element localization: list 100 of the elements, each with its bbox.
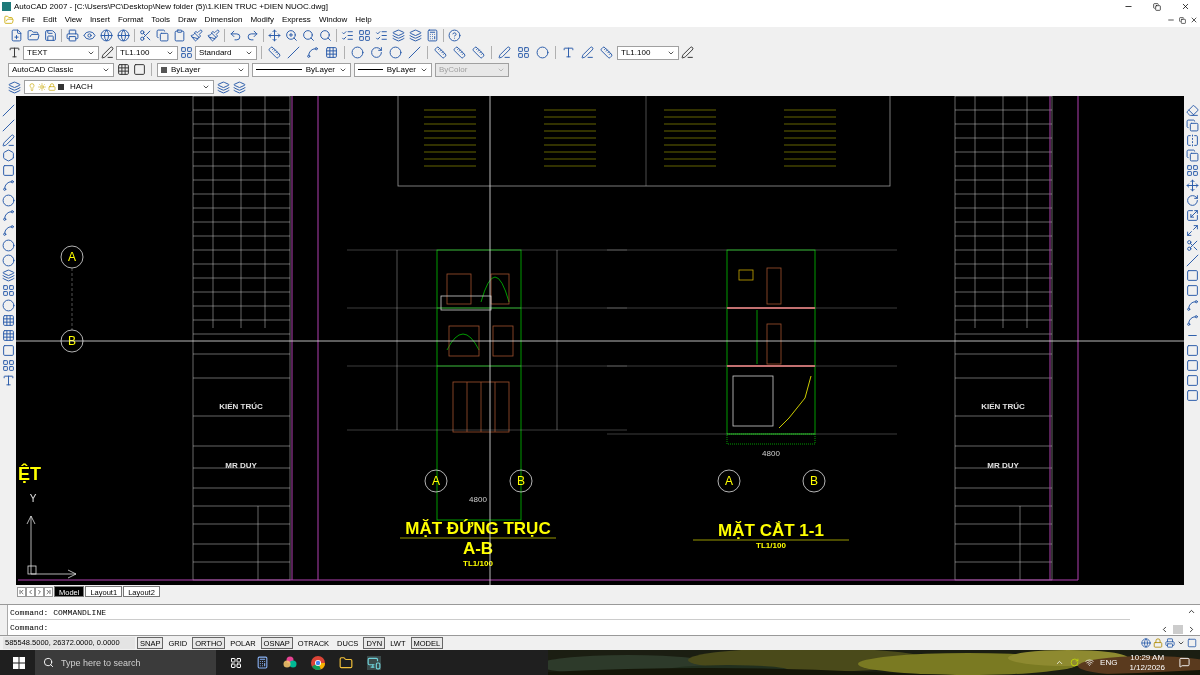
command-window-grip[interactable] <box>0 605 8 635</box>
menu-item[interactable]: Help <box>351 14 376 26</box>
pen-icon[interactable] <box>581 46 594 59</box>
tab-scroll-icon[interactable] <box>26 586 35 597</box>
ruler-icon[interactable] <box>268 46 281 59</box>
help-icon[interactable] <box>448 29 461 42</box>
search-field[interactable]: Type here to search <box>35 650 216 675</box>
mirror-icon[interactable] <box>1185 134 1199 147</box>
menu-item[interactable]: Format <box>113 14 148 26</box>
menu-item[interactable]: Express <box>277 14 315 26</box>
restore-icon[interactable] <box>1153 2 1161 11</box>
square-icon[interactable] <box>133 63 146 76</box>
menu-item[interactable]: Dimension <box>200 14 247 26</box>
table-icon[interactable] <box>1 359 15 372</box>
new-file-icon[interactable] <box>10 29 23 42</box>
dropdown[interactable]: TL1.100 <box>116 45 178 60</box>
search-icon[interactable] <box>319 29 332 42</box>
grid-icon[interactable] <box>117 63 130 76</box>
erase-icon[interactable] <box>1185 104 1199 117</box>
menu-item[interactable]: Insert <box>85 14 114 26</box>
dropdown[interactable]: TL1.100 <box>617 45 679 60</box>
cut-icon[interactable] <box>139 29 152 42</box>
globe-icon[interactable] <box>100 29 113 42</box>
layers-icon[interactable] <box>8 80 21 94</box>
zoom-in-icon[interactable] <box>285 29 298 42</box>
dropdown[interactable]: AutoCAD Classic <box>8 62 114 77</box>
tab-scroll-icon[interactable] <box>17 586 26 597</box>
copy-icon[interactable] <box>1185 119 1199 132</box>
folder-icon[interactable] <box>339 655 353 670</box>
menu-item[interactable]: Tools <box>147 14 174 26</box>
brush-icon[interactable] <box>190 29 203 42</box>
grid-icon[interactable] <box>517 46 530 59</box>
ruler-icon[interactable] <box>600 46 613 59</box>
calculator-icon[interactable] <box>426 29 439 42</box>
scroll-up-icon[interactable] <box>1187 607 1196 616</box>
text-style-icon[interactable] <box>8 46 21 59</box>
undo-icon[interactable] <box>229 29 242 42</box>
notifications-icon[interactable] <box>1179 657 1190 668</box>
circle-icon[interactable] <box>1 194 15 207</box>
windows-logo-icon[interactable] <box>13 656 25 669</box>
calculator-icon[interactable] <box>256 656 269 669</box>
task-view-icon[interactable] <box>230 656 242 669</box>
close-icon[interactable] <box>1181 2 1190 11</box>
copy-icon[interactable] <box>156 29 169 42</box>
rectangle-icon[interactable] <box>1 164 15 177</box>
search-icon[interactable] <box>302 29 315 42</box>
scale-icon[interactable] <box>1185 209 1199 222</box>
color-wheel-icon[interactable] <box>283 655 297 670</box>
line-icon[interactable] <box>1 119 15 132</box>
printer-icon[interactable] <box>1165 638 1175 648</box>
scroll-right-icon[interactable] <box>1187 625 1196 634</box>
globe-icon[interactable] <box>117 29 130 42</box>
color-dropdown[interactable]: ByLayer <box>157 62 249 77</box>
wifi-icon[interactable] <box>1085 658 1095 667</box>
menu-item[interactable]: Window <box>314 14 352 26</box>
scroll-thumb[interactable] <box>1173 625 1183 634</box>
dropdown[interactable]: ByLayer <box>354 62 432 77</box>
dropdown[interactable]: ByLayer <box>252 62 351 77</box>
rotate-icon[interactable] <box>1185 194 1199 207</box>
preview-icon[interactable] <box>83 29 96 42</box>
chevron-down-icon[interactable] <box>1177 639 1185 647</box>
properties-icon[interactable] <box>341 29 354 42</box>
clock-date[interactable]: 1/12/2026 <box>1129 662 1165 673</box>
menu-item[interactable]: Draw <box>173 14 201 26</box>
menu-item[interactable]: Modify <box>246 14 278 26</box>
dropdown[interactable]: Standard <box>195 45 257 60</box>
dropdown[interactable]: TEXT <box>23 45 99 60</box>
layers-icon[interactable] <box>392 29 405 42</box>
arc-icon[interactable] <box>306 46 319 59</box>
brush-icon[interactable] <box>207 29 220 42</box>
close-icon[interactable] <box>1190 16 1198 24</box>
ruler-icon[interactable] <box>434 46 447 59</box>
menu-item[interactable]: View <box>60 14 86 26</box>
layer-dropdown[interactable]: HACH <box>24 80 214 94</box>
clock-time[interactable]: 10:29 AM <box>1130 652 1165 663</box>
trim-icon[interactable] <box>1185 239 1199 252</box>
list-icon[interactable] <box>375 29 388 42</box>
language-indicator[interactable]: ENG <box>1100 656 1118 669</box>
polygon-icon[interactable] <box>1 149 15 162</box>
tray-expand-icon[interactable] <box>1055 658 1065 667</box>
chrome-icon[interactable] <box>311 655 325 670</box>
pen-icon[interactable] <box>681 46 694 59</box>
menu-item[interactable]: File <box>18 14 39 26</box>
rotate-icon[interactable] <box>370 46 383 59</box>
paste-icon[interactable] <box>173 29 186 42</box>
stretch-icon[interactable] <box>1185 224 1199 237</box>
grid-icon[interactable] <box>358 29 371 42</box>
layers-icon[interactable] <box>409 29 422 42</box>
scroll-left-icon[interactable] <box>1160 625 1169 634</box>
redo-icon[interactable] <box>246 29 259 42</box>
ruler-icon[interactable] <box>472 46 485 59</box>
restore-icon[interactable] <box>1179 16 1186 24</box>
layers-icon[interactable] <box>233 80 246 94</box>
ruler-icon[interactable] <box>453 46 466 59</box>
move-icon[interactable] <box>1185 179 1199 192</box>
line-icon[interactable] <box>1 104 15 117</box>
spline-icon[interactable] <box>1 224 15 237</box>
pan-icon[interactable] <box>268 29 281 42</box>
drawing-canvas[interactable]: KIẾN TRÚC MR DUY KIẾN TRÚC MR DUY A B A B MẶT ĐỨNG TRỤC 4800 A-B TL1/100 A B MẶT CẮT 1-1 4800 TL1/100 ỆT Y <box>16 96 1184 585</box>
array-icon[interactable] <box>1185 164 1199 177</box>
